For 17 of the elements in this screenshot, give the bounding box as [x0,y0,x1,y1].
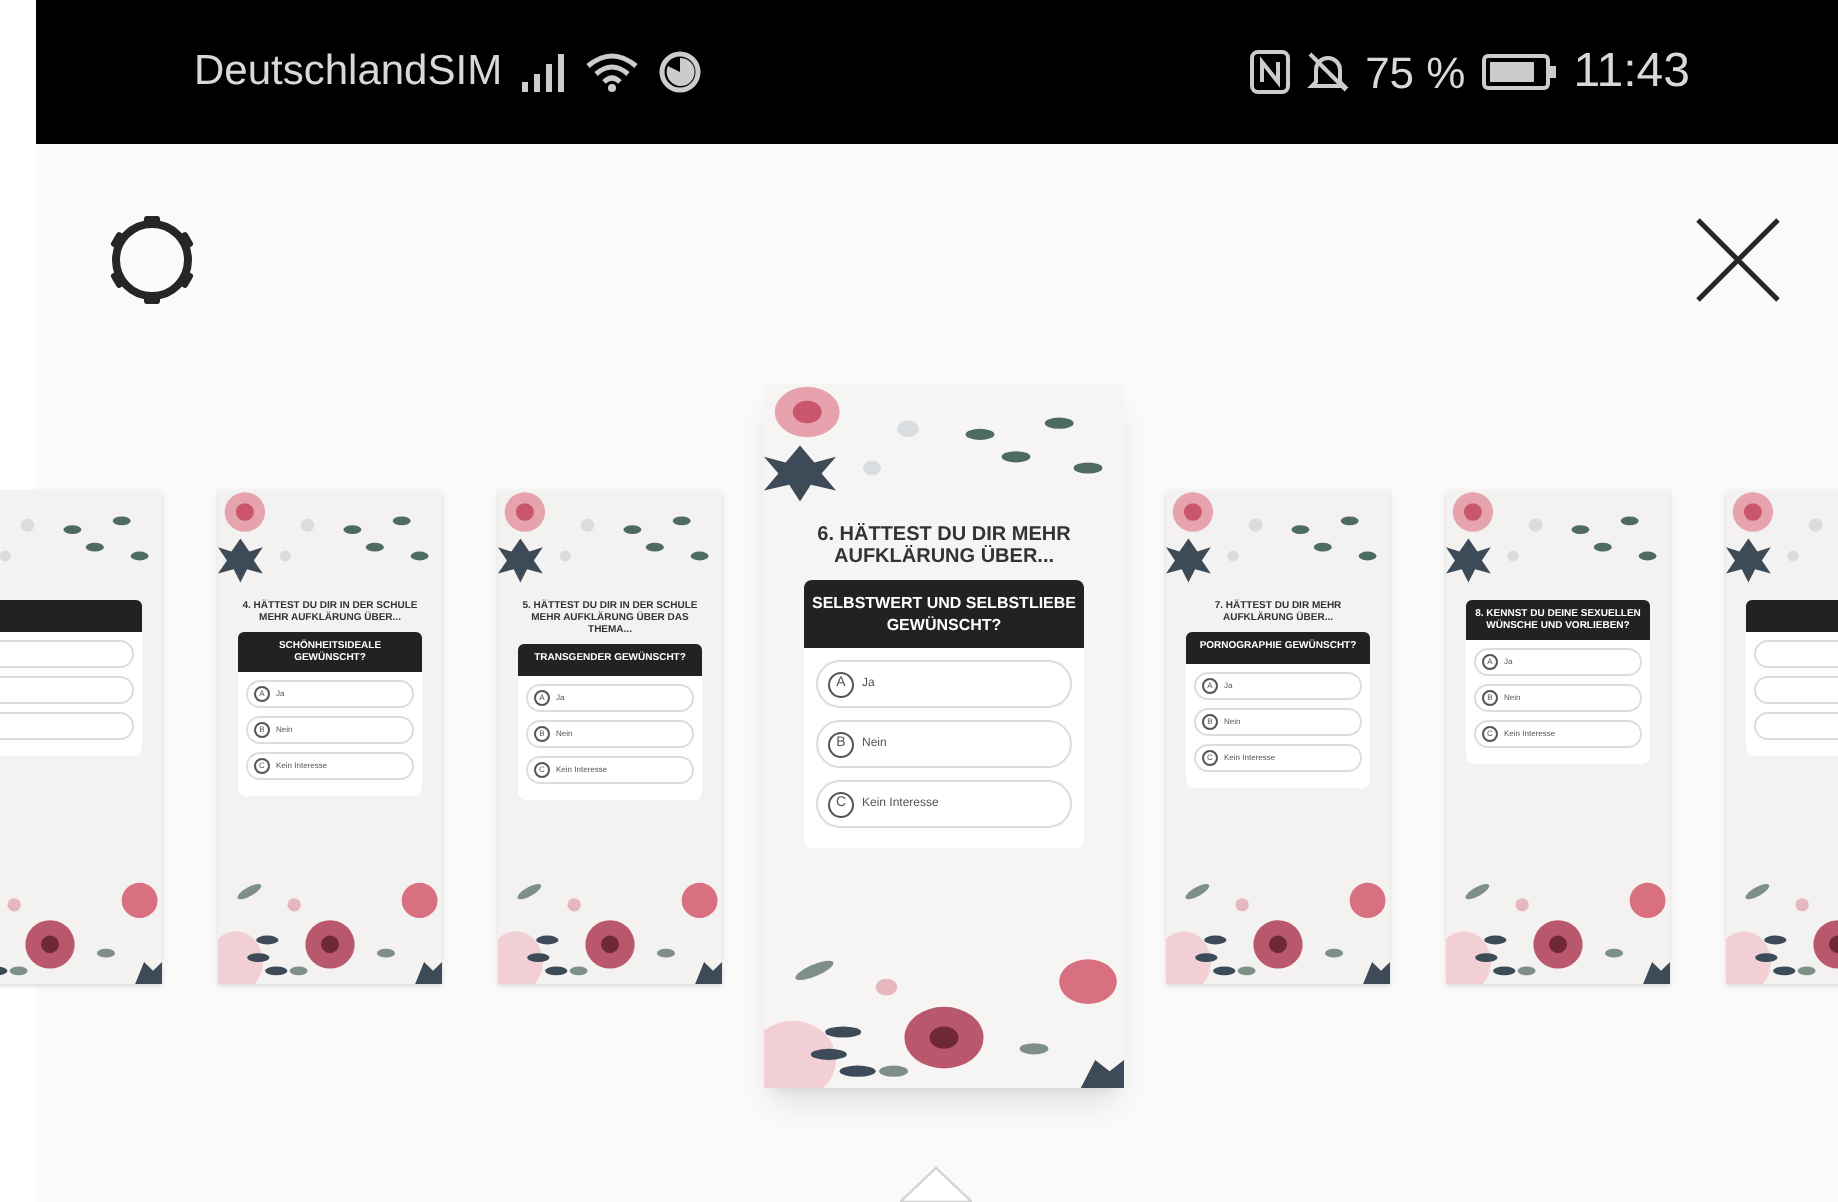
wifi-icon [586,50,639,94]
signal-icon [522,52,567,92]
timer-icon [658,50,703,94]
close-icon [1692,214,1784,306]
answer-option[interactable] [0,711,134,739]
question-header [0,599,142,631]
clock: 11:43 [1573,42,1690,102]
answer-option[interactable] [0,639,134,667]
battery-percent: 75 % [1365,45,1466,101]
carrier-name: DeutschlandSIM [194,46,503,99]
answer-option[interactable] [0,675,134,703]
question-header: SELBSTWERT UND SELBSTLIEBE GEWÜNSCHT? [804,580,1084,648]
battery-icon [1481,54,1558,90]
quiz-title: 6. HÄTTEST DU DIR MEHR AUFKLÄRUNG ÜBER... [815,524,1073,568]
story-card[interactable] [0,489,162,983]
bell-off-icon [1305,50,1350,94]
nfc-icon [1249,50,1290,94]
